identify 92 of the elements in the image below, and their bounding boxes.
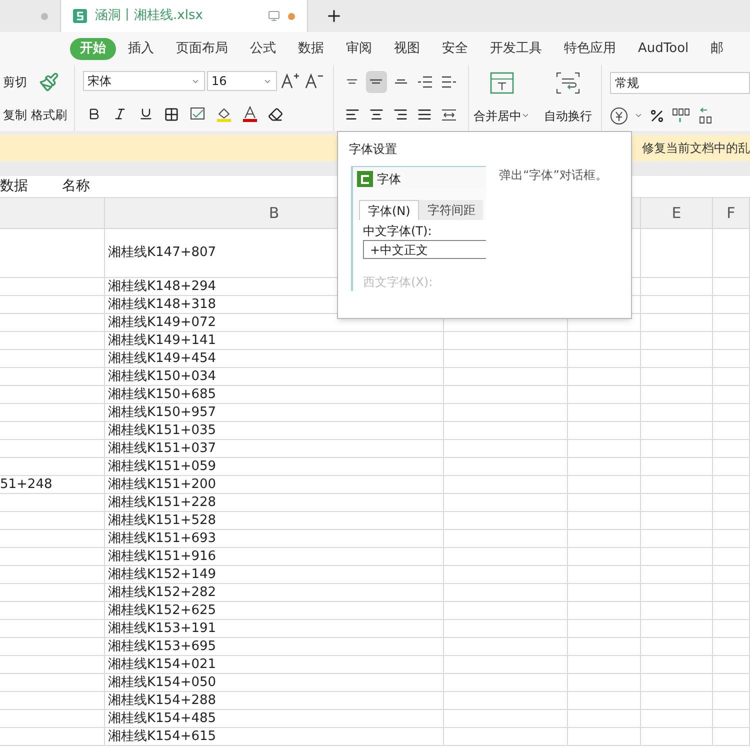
- dialog-title: 字体: [377, 171, 401, 188]
- brush-icon: [39, 72, 59, 92]
- formula-bar-label: 名称: [62, 177, 90, 196]
- table-cell-text: 湘桂线K152+149: [108, 566, 216, 584]
- merge-cells-icon: [490, 72, 514, 94]
- borders-icon: [164, 106, 179, 122]
- notice-text: 修复当前文档中的乱: [642, 140, 750, 157]
- paint-bucket-icon: [216, 106, 232, 122]
- table-cell-text: 湘桂线K152+282: [108, 584, 216, 602]
- ribbon-tab[interactable]: 数据: [288, 38, 334, 60]
- table-cell-text: 湘桂线K147+807: [108, 244, 216, 262]
- table-cell-text: 湘桂线K154+485: [108, 710, 216, 728]
- font-field: +中文正文: [363, 240, 486, 259]
- document-tab[interactable]: 涵洞丨湘桂线.xlsx: [60, 0, 308, 32]
- align-button[interactable]: [366, 70, 387, 92]
- ribbon-tab[interactable]: 开发工具: [480, 38, 552, 60]
- caret-icon: [521, 111, 530, 120]
- table-cell-text: 湘桂线K151+528: [108, 512, 216, 530]
- ribbon-tab[interactable]: 邮: [700, 38, 734, 60]
- table-cell-text: 湘桂线K149+072: [108, 314, 216, 332]
- cut-button[interactable]: 剪切: [3, 72, 27, 90]
- monitor-icon: [268, 10, 280, 22]
- merge-center-button[interactable]: 合并居中: [468, 65, 536, 131]
- table-cell-text: 湘桂线K150+034: [108, 368, 216, 386]
- column-header: B: [268, 202, 280, 224]
- table-cell-text: 湘桂线K151+059: [108, 458, 216, 476]
- table-cell-text: 湘桂线K151+200: [108, 476, 216, 494]
- table-cell-text: 湘桂线K151+228: [108, 494, 216, 512]
- spreadsheet-icon: [73, 9, 87, 23]
- increase-font-icon: [278, 71, 300, 91]
- table-cell-text: 湘桂线K149+141: [108, 332, 216, 350]
- align-middle-icon: [369, 79, 384, 84]
- table-cell-text: 51+248: [0, 476, 52, 494]
- ribbon-tab[interactable]: 特色应用: [554, 38, 626, 60]
- justify-icon: [417, 107, 432, 122]
- number-format-select[interactable]: 常规: [610, 72, 750, 94]
- table-cell-text: 湘桂线K151+693: [108, 530, 216, 548]
- table-cell-text: 湘桂线K151+035: [108, 422, 216, 440]
- table-cell-text: 湘桂线K153+191: [108, 620, 216, 638]
- ribbon-tab[interactable]: 页面布局: [166, 38, 238, 60]
- eraser-icon: [268, 106, 283, 122]
- decrease-font-icon: [302, 71, 324, 91]
- document-tab-title: 涵洞丨湘桂线.xlsx: [95, 7, 203, 26]
- table-cell-text: 湘桂线K154+050: [108, 674, 216, 692]
- percent-icon: [649, 108, 665, 124]
- column-header: F: [726, 202, 736, 224]
- ribbon-tab[interactable]: 审阅: [336, 38, 382, 60]
- table-cell-text: 湘桂线K151+037: [108, 440, 216, 458]
- tooltip-title: 字体设置: [349, 141, 397, 158]
- caret-icon: [634, 111, 643, 120]
- table-cell-text: 湘桂线K151+916: [108, 548, 216, 566]
- tooltip-description: 弹出“字体”对话框。: [499, 167, 608, 184]
- table-cell-text: 湘桂线K149+454: [108, 350, 216, 368]
- format-painter-button[interactable]: 格式刷: [31, 65, 67, 131]
- font-color-icon: [242, 106, 258, 122]
- copy-button[interactable]: 复制: [3, 106, 27, 124]
- align-left-icon: [344, 107, 360, 122]
- table-cell-text: 湘桂线K153+695: [108, 638, 216, 656]
- align-center-icon: [368, 107, 384, 122]
- currency-icon: [610, 106, 628, 124]
- table-cell-text: 湘桂线K154+288: [108, 692, 216, 710]
- italic-icon: [112, 107, 126, 121]
- decrease-indent-icon: [418, 76, 432, 88]
- align-right-icon: [393, 107, 408, 122]
- table-cell-text: 湘桂线K150+685: [108, 386, 216, 404]
- increase-indent-icon: [442, 76, 456, 88]
- app-logo-icon: [357, 171, 373, 187]
- thousands-separator-icon: [671, 106, 691, 124]
- table-cell-text: 湘桂线K154+021: [108, 656, 216, 674]
- table-cell-text: 湘桂线K150+957: [108, 404, 216, 422]
- table-cell-text: 湘桂线K148+318: [108, 296, 216, 314]
- ribbon-tab[interactable]: 插入: [118, 38, 164, 60]
- font-size-select[interactable]: 16: [206, 71, 276, 91]
- font-select[interactable]: 宋体: [82, 71, 204, 91]
- plus-icon: [325, 7, 343, 25]
- wrap-text-icon: [555, 72, 582, 94]
- ribbon-tab[interactable]: 公式: [240, 38, 286, 60]
- formula-bar-label: 数据: [0, 177, 28, 196]
- table-cell-text: 湘桂线K148+294: [108, 278, 216, 296]
- align-bottom-icon: [394, 79, 408, 84]
- table-cell-text: 湘桂线K154+615: [108, 728, 216, 746]
- ribbon-tab[interactable]: AudTool: [628, 38, 699, 60]
- ribbon-tab[interactable]: 视图: [384, 38, 430, 60]
- field-label: 西文字体(X):: [363, 274, 434, 291]
- ribbon-tab[interactable]: 安全: [432, 38, 478, 60]
- field-label: 中文字体(T):: [363, 223, 433, 240]
- table-cell-text: 湘桂线K152+625: [108, 602, 216, 620]
- column-header: E: [672, 202, 682, 224]
- align-top-icon: [345, 79, 360, 84]
- checked-box-icon: [190, 107, 206, 121]
- distribute-icon: [440, 108, 457, 122]
- underline-icon: [138, 107, 152, 121]
